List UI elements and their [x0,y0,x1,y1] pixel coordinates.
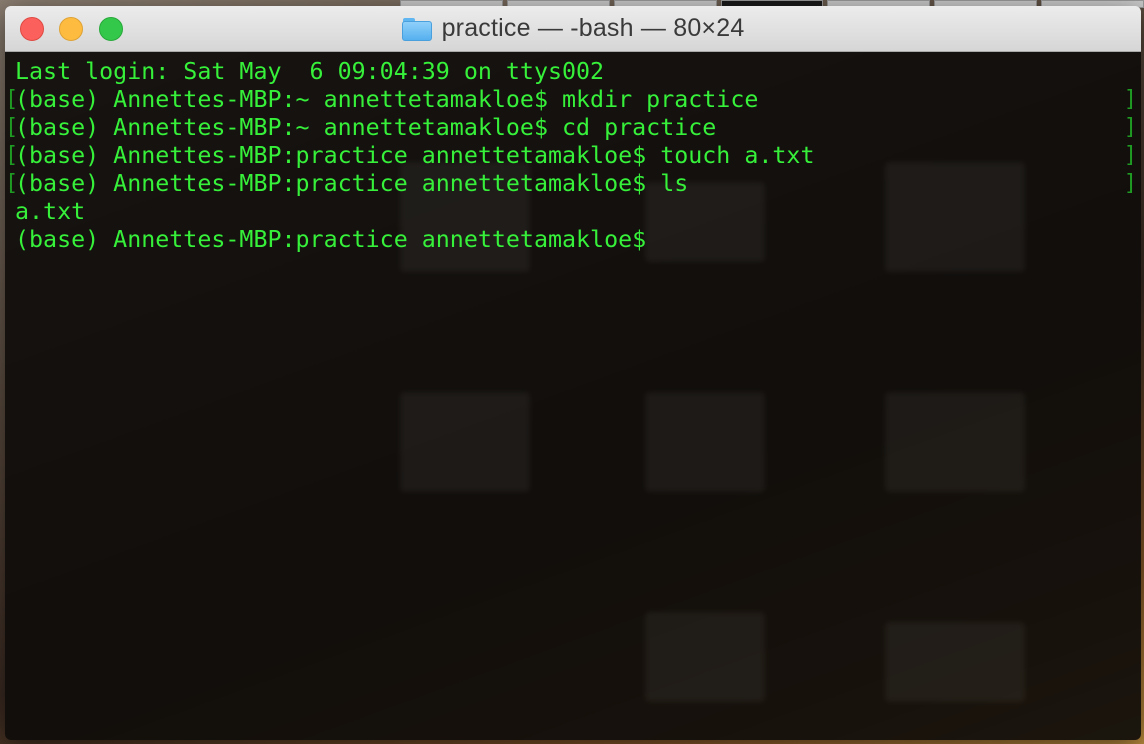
terminal-line-text: (base) Annettes-MBP:practice annettetama… [15,226,647,253]
terminal-line: [(base) Annettes-MBP:~ annettetamakloe$ … [5,86,1137,114]
terminal-line-text: Last login: Sat May 6 09:04:39 on ttys00… [15,58,605,85]
folder-icon [401,17,432,41]
terminal-line: (base) Annettes-MBP:practice annettetama… [15,226,1131,254]
title-bar[interactable]: practice — -bash — 80×24 [5,6,1141,52]
terminal-content[interactable]: Last login: Sat May 6 09:04:39 on ttys00… [5,52,1141,740]
terminal-line: [(base) Annettes-MBP:~ annettetamakloe$ … [5,114,1137,142]
mark-close-bracket: ] [1123,87,1137,112]
terminal-window[interactable]: practice — -bash — 80×24 Last login: Sat… [5,6,1141,740]
mark-open-bracket: [ [5,143,19,168]
terminal-line-text: a.txt [15,198,86,225]
mark-open-bracket: [ [5,87,19,112]
window-title-group: practice — -bash — 80×24 [5,6,1141,51]
terminal-line-text: (base) Annettes-MBP:~ annettetamakloe$ m… [15,86,759,113]
terminal-output[interactable]: Last login: Sat May 6 09:04:39 on ttys00… [5,58,1137,254]
terminal-line: [(base) Annettes-MBP:practice annettetam… [5,170,1137,198]
terminal-line-text: (base) Annettes-MBP:practice annettetama… [15,142,815,169]
window-title: practice — -bash — 80×24 [441,14,745,42]
terminal-line: Last login: Sat May 6 09:04:39 on ttys00… [15,58,1131,86]
terminal-line: a.txt [15,198,1131,226]
terminal-line: [(base) Annettes-MBP:practice annettetam… [5,142,1137,170]
mark-open-bracket: [ [5,115,19,140]
terminal-line-text: (base) Annettes-MBP:~ annettetamakloe$ c… [15,114,717,141]
mark-open-bracket: [ [5,171,19,196]
mark-close-bracket: ] [1123,171,1137,196]
mark-close-bracket: ] [1123,143,1137,168]
terminal-line-text: (base) Annettes-MBP:practice annettetama… [15,170,689,197]
mark-close-bracket: ] [1123,115,1137,140]
